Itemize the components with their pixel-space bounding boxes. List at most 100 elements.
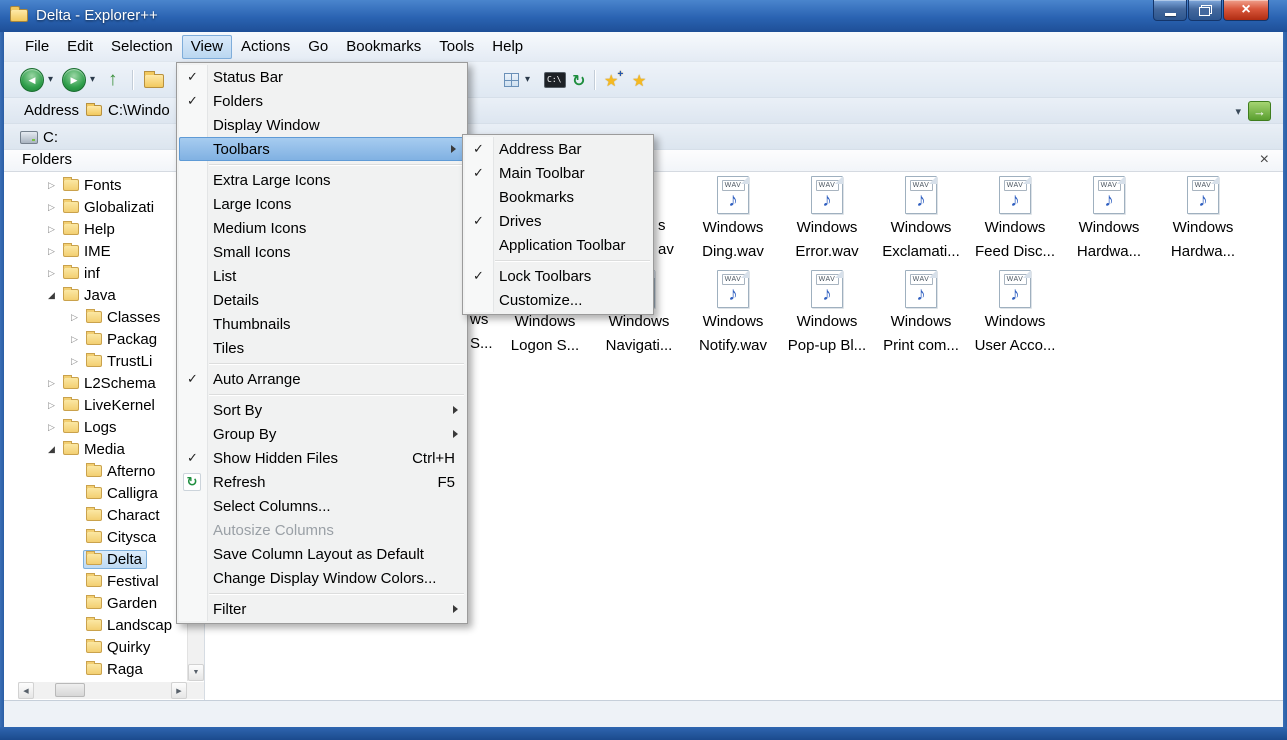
menu-item[interactable]: ✓ ↻ Toolbars (179, 137, 465, 161)
tree-item[interactable]: Java (4, 284, 187, 306)
menu-item[interactable]: ✓ Application Toolbar (463, 233, 653, 257)
menu-item[interactable]: ✓ ↻ Tiles (177, 336, 467, 360)
tree-item[interactable]: Festival (4, 570, 187, 592)
menubar-item[interactable]: Bookmarks (337, 35, 430, 59)
menu-item[interactable]: ✓ ↻ Sort By (177, 398, 467, 422)
tree-item[interactable]: IME (4, 240, 187, 262)
tree-expander-icon[interactable] (48, 290, 60, 300)
file-item[interactable]: WAV ♪ Windows Exclamati... (874, 176, 968, 264)
tree-item[interactable]: Afterno (4, 460, 187, 482)
file-item[interactable]: WAV ♪ Windows Feed Disc... (968, 176, 1062, 264)
views-dropdown-icon[interactable]: ▾ (525, 74, 530, 85)
scroll-right-button[interactable]: ▶ (171, 682, 187, 699)
menu-item[interactable]: ✓ (463, 257, 653, 264)
menu-item[interactable]: ✓ Main Toolbar (463, 161, 653, 185)
menubar-item[interactable]: View (182, 35, 232, 59)
menu-item[interactable]: ✓ Drives (463, 209, 653, 233)
tree-expander-icon[interactable] (48, 224, 60, 234)
maximize-button[interactable] (1188, 0, 1222, 21)
menu-item[interactable]: ✓ ↻ Autosize Columns (177, 518, 467, 542)
views-button[interactable] (504, 73, 519, 87)
menu-item[interactable]: ✓ ↻ Show Hidden Files Ctrl+H (177, 446, 467, 470)
menubar-item[interactable]: Tools (430, 35, 483, 59)
menu-item[interactable]: ✓ ↻ Status Bar (177, 65, 467, 89)
menu-item[interactable]: ✓ ↻ Display Window (177, 113, 467, 137)
menu-item[interactable]: ✓ ↻ (177, 391, 467, 398)
tree-item[interactable]: Charact (4, 504, 187, 526)
tree-item[interactable]: Citysca (4, 526, 187, 548)
menu-item[interactable]: ✓ ↻ (177, 360, 467, 367)
drive-button-c[interactable]: C: (16, 127, 62, 147)
tree-item[interactable]: inf (4, 262, 187, 284)
menu-item[interactable]: ✓ ↻ Extra Large Icons (177, 168, 467, 192)
menu-item[interactable]: ✓ ↻ Folders (177, 89, 467, 113)
menubar-item[interactable]: Help (483, 35, 532, 59)
tree-item[interactable]: Logs (4, 416, 187, 438)
go-button[interactable]: → (1248, 101, 1271, 121)
tree-item[interactable]: Raga (4, 658, 187, 680)
file-label-fragment[interactable]: ws S... (470, 308, 493, 356)
tree-item[interactable]: Help (4, 218, 187, 240)
menu-item[interactable]: ✓ ↻ (177, 161, 467, 168)
tree-expander-icon[interactable] (48, 268, 60, 278)
file-label-fragment[interactable]: s av (658, 214, 674, 262)
tree-expander-icon[interactable] (48, 202, 60, 212)
file-item[interactable]: WAV ♪ Windows Error.wav (780, 176, 874, 264)
menu-item[interactable]: ✓ ↻ Thumbnails (177, 312, 467, 336)
menu-item[interactable]: ✓ ↻ Large Icons (177, 192, 467, 216)
scroll-left-button[interactable]: ◀ (18, 682, 34, 699)
menubar-item[interactable]: Go (299, 35, 337, 59)
tree-item[interactable]: L2Schema (4, 372, 187, 394)
tree-horizontal-scrollbar[interactable]: ◀ ▶ (18, 682, 187, 699)
menu-item[interactable]: ✓ ↻ Small Icons (177, 240, 467, 264)
menu-item[interactable]: ✓ Lock Toolbars (463, 264, 653, 288)
tree-item[interactable]: Landscap (4, 614, 187, 636)
menu-item[interactable]: ✓ ↻ Details (177, 288, 467, 312)
menu-item[interactable]: ✓ ↻ Medium Icons (177, 216, 467, 240)
file-item[interactable]: WAV ♪ Windows Notify.wav (686, 270, 780, 358)
minimize-button[interactable] (1153, 0, 1187, 21)
menu-item[interactable]: ✓ Customize... (463, 288, 653, 312)
menu-item[interactable]: ✓ ↻ Change Display Window Colors... (177, 566, 467, 590)
back-dropdown-icon[interactable]: ▾ (48, 74, 53, 85)
tree-expander-icon[interactable] (71, 334, 83, 344)
titlebar[interactable]: Delta - Explorer++ × (0, 0, 1287, 32)
file-item[interactable]: WAV ♪ Windows Pop-up Bl... (780, 270, 874, 358)
tree-item[interactable]: TrustLi (4, 350, 187, 372)
menubar-item[interactable]: File (16, 35, 58, 59)
menu-item[interactable]: ✓ ↻ (177, 590, 467, 597)
tree-item[interactable]: Calligra (4, 482, 187, 504)
menu-item[interactable]: ✓ ↻ Group By (177, 422, 467, 446)
tree-item[interactable]: Packag (4, 328, 187, 350)
tree-item[interactable]: Fonts (4, 174, 187, 196)
menubar-item[interactable]: Edit (58, 35, 102, 59)
tree-expander-icon[interactable] (71, 312, 83, 322)
menu-item[interactable]: ✓ ↻ Select Columns... (177, 494, 467, 518)
back-button[interactable]: ◀ (20, 68, 44, 92)
add-bookmark-button[interactable]: ★ (604, 71, 618, 91)
tree-item[interactable]: Classes (4, 306, 187, 328)
tree-item[interactable]: Globalizati (4, 196, 187, 218)
file-item[interactable]: WAV ♪ Windows Hardwa... (1156, 176, 1250, 264)
menu-item[interactable]: ✓ ↻ Refresh F5 (177, 470, 467, 494)
horizontal-scroll-thumb[interactable] (55, 683, 85, 697)
bookmarks-button[interactable]: ★ (632, 71, 646, 91)
forward-button[interactable]: ▶ (62, 68, 86, 92)
menu-item[interactable]: ✓ ↻ Save Column Layout as Default (177, 542, 467, 566)
tree-expander-icon[interactable] (48, 422, 60, 432)
tree-expander-icon[interactable] (71, 356, 83, 366)
file-item[interactable]: WAV ♪ Windows Hardwa... (1062, 176, 1156, 264)
close-button[interactable]: × (1223, 0, 1269, 21)
menu-item[interactable]: ✓ Bookmarks (463, 185, 653, 209)
tree-item[interactable]: Media (4, 438, 187, 460)
menu-item[interactable]: ✓ ↻ Auto Arrange (177, 367, 467, 391)
file-item[interactable]: WAV ♪ Windows Print com... (874, 270, 968, 358)
tree-expander-icon[interactable] (48, 444, 60, 454)
tree-expander-icon[interactable] (48, 400, 60, 410)
menu-item[interactable]: ✓ ↻ List (177, 264, 467, 288)
file-item[interactable]: WAV ♪ Windows Ding.wav (686, 176, 780, 264)
menubar-item[interactable]: Selection (102, 35, 182, 59)
menu-item[interactable]: ✓ Address Bar (463, 137, 653, 161)
tree-expander-icon[interactable] (48, 246, 60, 256)
new-folder-button[interactable] (144, 74, 164, 88)
